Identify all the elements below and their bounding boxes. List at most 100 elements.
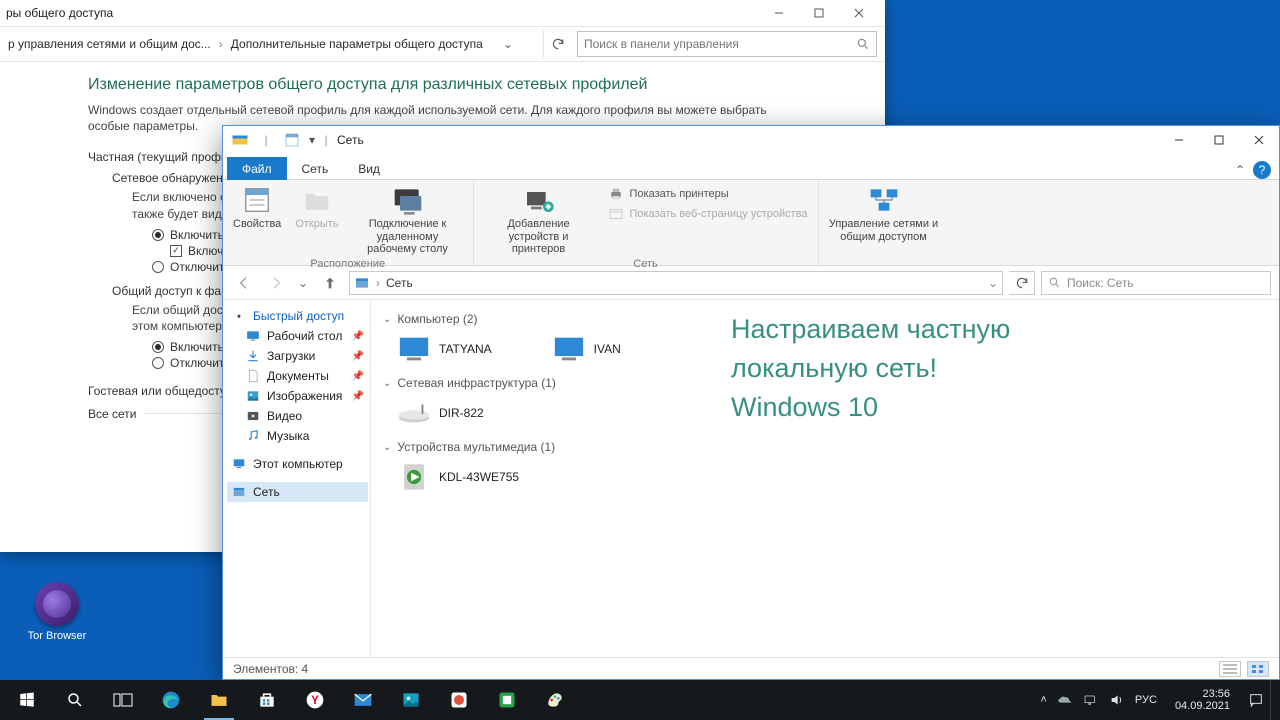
sidebar-item-video[interactable]: Видео bbox=[241, 406, 368, 426]
minimize-button[interactable] bbox=[759, 0, 799, 26]
edge-icon bbox=[160, 689, 182, 711]
maximize-button[interactable] bbox=[799, 0, 839, 26]
computer-icon bbox=[397, 332, 431, 366]
taskbar-app-generic2[interactable] bbox=[484, 680, 530, 720]
taskbar-app-mail[interactable] bbox=[340, 680, 386, 720]
explorer-search-box[interactable]: Поиск: Сеть bbox=[1041, 271, 1271, 295]
address-bar[interactable]: › Сеть ⌄ bbox=[349, 271, 1003, 295]
app-icon bbox=[448, 689, 470, 711]
device-label: TATYANA bbox=[439, 342, 492, 356]
chevron-down-icon[interactable]: ⌄ bbox=[988, 276, 998, 290]
pc-icon bbox=[231, 456, 247, 472]
device-router[interactable]: DIR-822 bbox=[397, 396, 484, 430]
maximize-button[interactable] bbox=[1199, 127, 1239, 153]
sidebar-item-network[interactable]: Сеть bbox=[227, 482, 368, 502]
refresh-button[interactable] bbox=[1009, 271, 1035, 295]
nav-forward-button[interactable] bbox=[263, 270, 289, 296]
tray-volume-icon[interactable] bbox=[1109, 692, 1125, 708]
qat-dropdown-icon[interactable]: ▾ bbox=[305, 128, 319, 152]
sidebar-item-pictures[interactable]: Изображения📌 bbox=[241, 386, 368, 406]
ribbon-properties-button[interactable]: Свойства bbox=[233, 184, 281, 231]
sidebar-item-downloads[interactable]: Загрузки📌 bbox=[241, 346, 368, 366]
cp-titlebar[interactable]: ры общего доступа bbox=[0, 0, 885, 26]
device-media[interactable]: KDL-43WE755 bbox=[397, 460, 519, 494]
breadcrumb-item[interactable]: р управления сетями и общим дос... bbox=[8, 37, 211, 51]
video-icon bbox=[245, 408, 261, 424]
icons-view-button[interactable] bbox=[1247, 661, 1269, 677]
search-button[interactable] bbox=[52, 680, 98, 720]
help-icon[interactable]: ? bbox=[1253, 161, 1271, 179]
ribbon-add-device-button[interactable]: Добавление устройств и принтеров bbox=[484, 184, 594, 256]
mail-icon bbox=[352, 689, 374, 711]
tray-network-icon[interactable] bbox=[1083, 692, 1099, 708]
refresh-button[interactable] bbox=[543, 30, 571, 58]
ribbon-rdp-button[interactable]: Подключение к удаленному рабочему столу bbox=[353, 184, 463, 256]
sidebar-item-label: Видео bbox=[267, 409, 302, 423]
sidebar-item-desktop[interactable]: Рабочий стол📌 bbox=[241, 326, 368, 346]
sidebar-item-documents[interactable]: Документы📌 bbox=[241, 366, 368, 386]
ribbon-network-center-button[interactable]: Управление сетями и общим доступом bbox=[829, 184, 939, 243]
folder-icon bbox=[208, 689, 230, 711]
ribbon-show-printers-button[interactable]: Показать принтеры bbox=[608, 186, 808, 202]
tray-onedrive-icon[interactable] bbox=[1057, 692, 1073, 708]
cp-search-input[interactable] bbox=[584, 37, 850, 51]
tray-chevron-up-icon[interactable]: ˄ bbox=[1040, 694, 1046, 706]
ribbon-label: Подключение к удаленному рабочему столу bbox=[353, 218, 463, 256]
twistie-icon: ⌄ bbox=[383, 314, 391, 325]
overlay-line: Windows 10 bbox=[731, 388, 1271, 427]
taskbar-app-gallery[interactable] bbox=[388, 680, 434, 720]
chevron-down-icon[interactable]: ⌄ bbox=[491, 37, 513, 51]
explorer-titlebar[interactable]: | ▾ | Сеть bbox=[223, 126, 1279, 154]
tab-network[interactable]: Сеть bbox=[287, 157, 344, 180]
taskbar[interactable]: Y ˄ РУС 23:56 04.09.2021 bbox=[0, 680, 1280, 720]
sidebar-item-music[interactable]: Музыка bbox=[241, 426, 368, 446]
add-device-icon bbox=[523, 184, 555, 216]
system-tray[interactable]: ˄ РУС 23:56 04.09.2021 bbox=[1040, 688, 1268, 712]
start-button[interactable] bbox=[4, 680, 50, 720]
taskview-button[interactable] bbox=[100, 680, 146, 720]
sidebar-item-this-pc[interactable]: Этот компьютер bbox=[227, 454, 368, 474]
tray-language[interactable]: РУС bbox=[1135, 694, 1157, 706]
taskbar-app-generic1[interactable] bbox=[436, 680, 482, 720]
cp-search-box[interactable] bbox=[577, 31, 877, 57]
address-segment[interactable]: Сеть bbox=[386, 276, 413, 290]
properties-qat-icon[interactable] bbox=[279, 128, 305, 152]
taskbar-app-edge[interactable] bbox=[148, 680, 194, 720]
desktop-icon-tor[interactable]: Tor Browser bbox=[22, 582, 92, 642]
overlay-line: локальную сеть! bbox=[731, 349, 1271, 388]
navigation-pane[interactable]: ⋆Быстрый доступ Рабочий стол📌 Загрузки📌 … bbox=[223, 300, 371, 657]
ribbon-label: Свойства bbox=[233, 218, 281, 231]
network-icon bbox=[354, 275, 370, 291]
ribbon-collapse-icon[interactable]: ⌃ bbox=[1235, 163, 1245, 177]
tray-clock[interactable]: 23:56 04.09.2021 bbox=[1167, 688, 1238, 712]
taskbar-app-paint[interactable] bbox=[532, 680, 578, 720]
show-desktop-button[interactable] bbox=[1270, 680, 1276, 720]
network-folder-icon[interactable] bbox=[227, 128, 253, 152]
ribbon-group-label bbox=[829, 249, 939, 263]
taskbar-app-store[interactable] bbox=[244, 680, 290, 720]
close-button[interactable] bbox=[839, 0, 879, 26]
device-computer[interactable]: IVAN bbox=[552, 332, 621, 366]
nav-history-dropdown[interactable]: ⌄ bbox=[295, 270, 311, 296]
taskbar-app-explorer[interactable] bbox=[196, 680, 242, 720]
ribbon-open-button: Открыть bbox=[295, 184, 338, 231]
ribbon-group-netcenter: Управление сетями и общим доступом bbox=[819, 180, 949, 265]
cp-breadcrumb[interactable]: р управления сетями и общим дос... › Доп… bbox=[8, 37, 537, 51]
close-button[interactable] bbox=[1239, 127, 1279, 153]
qat-separator: | bbox=[319, 128, 333, 152]
group-header-media[interactable]: ⌄Устройства мультимедиа (1) bbox=[383, 440, 1267, 454]
nav-up-button[interactable] bbox=[317, 270, 343, 296]
device-computer[interactable]: TATYANA bbox=[397, 332, 492, 366]
breadcrumb-item[interactable]: Дополнительные параметры общего доступа bbox=[231, 37, 483, 51]
sidebar-item-quick-access[interactable]: ⋆Быстрый доступ bbox=[227, 306, 368, 326]
details-view-button[interactable] bbox=[1219, 661, 1241, 677]
minimize-button[interactable] bbox=[1159, 127, 1199, 153]
nav-back-button[interactable] bbox=[231, 270, 257, 296]
properties-icon bbox=[241, 184, 273, 216]
tab-view[interactable]: Вид bbox=[343, 157, 395, 180]
tray-notifications-icon[interactable] bbox=[1248, 692, 1264, 708]
taskbar-app-yandex[interactable]: Y bbox=[292, 680, 338, 720]
tab-file[interactable]: Файл bbox=[227, 157, 287, 180]
group-label: Устройства мультимедиа (1) bbox=[397, 440, 555, 454]
content-pane[interactable]: ⌄Компьютер (2) TATYANA IVAN ⌄Сетевая инф… bbox=[371, 300, 1279, 657]
